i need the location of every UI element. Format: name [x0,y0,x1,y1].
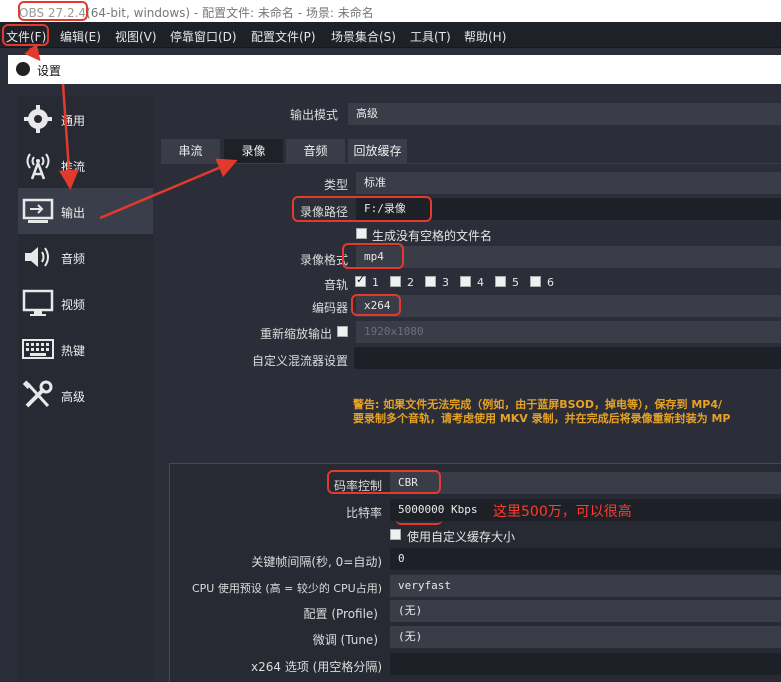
tools-icon [22,380,53,408]
sidebar-item-advanced[interactable]: 高级 [18,372,153,418]
menu-scene-collection[interactable]: 场景集合(S) [331,28,396,45]
sidebar-item-hotkeys[interactable]: 热键 [18,326,153,372]
window-titlebar: OBS 27.2.4(64-bit, windows) - 配置文件: 未命名 … [0,0,781,22]
annotation-text-bitrate: 这里500万，可以很高 [493,504,632,520]
keyboard-icon [22,339,54,359]
x264-options-label: x264 选项 (用空格分隔) [251,660,382,674]
custom-buffer-checkbox[interactable] [390,529,401,540]
type-label: 类型 [323,178,348,192]
settings-dialog-titlebar: 设置 [8,55,781,84]
warning-text-line2: 要录制多个音轨，请考虑使用 MKV 录制，并在完成后将录像重新封装为 MP [353,412,731,425]
settings-sidebar: 通用 推流 输出 音频 视频 热键 高级 [18,96,153,682]
sidebar-item-output[interactable]: 输出 [18,188,153,234]
custom-muxer-label: 自定义混流器设置 [251,354,348,368]
encoder-select[interactable]: x264 [356,295,781,317]
track-5-label: 5 [512,276,519,289]
custom-buffer-label: 使用自定义缓存大小 [407,530,516,544]
tab-replay-buffer[interactable]: 回放缓存 [348,139,407,163]
tab-streaming[interactable]: 串流 [161,139,220,163]
sidebar-item-label: 音频 [61,252,86,266]
output-icon [22,198,54,223]
menubar: 文件(F) 编辑(E) 视图(V) 停靠窗口(D) 配置文件(P) 场景集合(S… [0,22,781,48]
type-select[interactable]: 标准 [356,172,781,194]
tune-label: 微调 (Tune) [312,633,378,647]
audio-tracks-label: 音轨 [323,278,348,292]
recording-format-select[interactable]: mp4 [356,246,781,268]
annotation-underline-bitrate [396,520,442,525]
no-space-filename-checkbox[interactable] [356,228,367,239]
monitor-icon [22,289,54,316]
annotation-box-encoder [351,294,401,316]
rescale-output-label: 重新缩放输出 [259,327,332,341]
menu-tools[interactable]: 工具(T) [410,28,451,45]
x264-options-input[interactable] [390,653,781,675]
keyframe-interval-label: 关键帧间隔(秒, 0=自动) [251,555,382,569]
keyframe-interval-spinbox[interactable]: 0 [390,548,781,570]
sidebar-item-label: 视频 [61,298,86,312]
sidebar-item-audio[interactable]: 音频 [18,234,153,280]
track-3-checkbox[interactable] [425,276,436,287]
output-mode-label: 输出模式 [289,108,338,122]
tab-recording[interactable]: 录像 [224,139,283,163]
track-2-checkbox[interactable] [390,276,401,287]
annotation-box-version [18,1,88,21]
encoder-label: 编码器 [311,301,348,315]
tune-select[interactable]: (无) [390,626,781,648]
sidebar-item-general[interactable]: 通用 [18,96,153,142]
window-title-rest: (64-bit, windows) - 配置文件: 未命名 - 场景: 未命名 [86,6,374,20]
rescale-output-checkbox[interactable] [337,326,348,337]
menu-edit[interactable]: 编辑(E) [60,28,101,45]
antenna-icon [26,153,50,180]
menu-help[interactable]: 帮助(H) [464,28,506,45]
menu-docks[interactable]: 停靠窗口(D) [170,28,237,45]
tab-audio[interactable]: 音频 [286,139,345,163]
output-mode-select[interactable]: 高级 [348,103,781,125]
annotation-box-file-menu [2,24,49,46]
no-space-filename-label: 生成没有空格的文件名 [372,229,493,243]
bitrate-value: 5000000 [398,503,445,516]
track-6-checkbox[interactable] [530,276,541,287]
cpu-preset-select[interactable]: veryfast [390,575,781,597]
sidebar-item-video[interactable]: 视频 [18,280,153,326]
sidebar-item-stream[interactable]: 推流 [18,142,153,188]
tab-divider [160,163,781,164]
encoder-settings-group [169,463,781,682]
menu-view[interactable]: 视图(V) [115,28,157,45]
track-4-checkbox[interactable] [460,276,471,287]
sidebar-item-label: 热键 [61,344,86,358]
sidebar-item-label: 输出 [61,206,86,220]
track-6-label: 6 [547,276,554,289]
menu-profile[interactable]: 配置文件(P) [251,28,316,45]
sidebar-item-label: 推流 [61,160,86,174]
rescale-resolution-select[interactable]: 1920x1080 [356,321,781,343]
rate-control-select[interactable]: CBR [390,472,781,494]
profile-label: 配置 (Profile) [303,607,379,621]
profile-select[interactable]: (无) [390,600,781,622]
bitrate-label: 比特率 [345,506,382,520]
track-4-label: 4 [477,276,484,289]
track-5-checkbox[interactable] [495,276,506,287]
track-3-label: 3 [442,276,449,289]
cpu-preset-label: CPU 使用预设 (高 = 较少的 CPU占用) [191,582,382,595]
settings-dialog-title: 设置 [37,64,62,78]
track-1-label: 1 [372,276,379,289]
track-1-checkbox[interactable] [355,273,366,287]
gear-icon [24,105,52,133]
speaker-icon [25,247,49,267]
recording-format-label: 录像格式 [299,253,348,267]
custom-muxer-input[interactable] [354,347,781,369]
sidebar-item-label: 通用 [61,114,86,128]
track-2-label: 2 [407,276,414,289]
annotation-box-recording-path [292,196,432,222]
obs-logo-icon [16,62,30,76]
bitrate-unit: Kbps [450,503,478,516]
sidebar-item-label: 高级 [61,390,86,404]
annotation-box-rate-control [327,470,441,494]
annotation-box-format [342,243,404,269]
